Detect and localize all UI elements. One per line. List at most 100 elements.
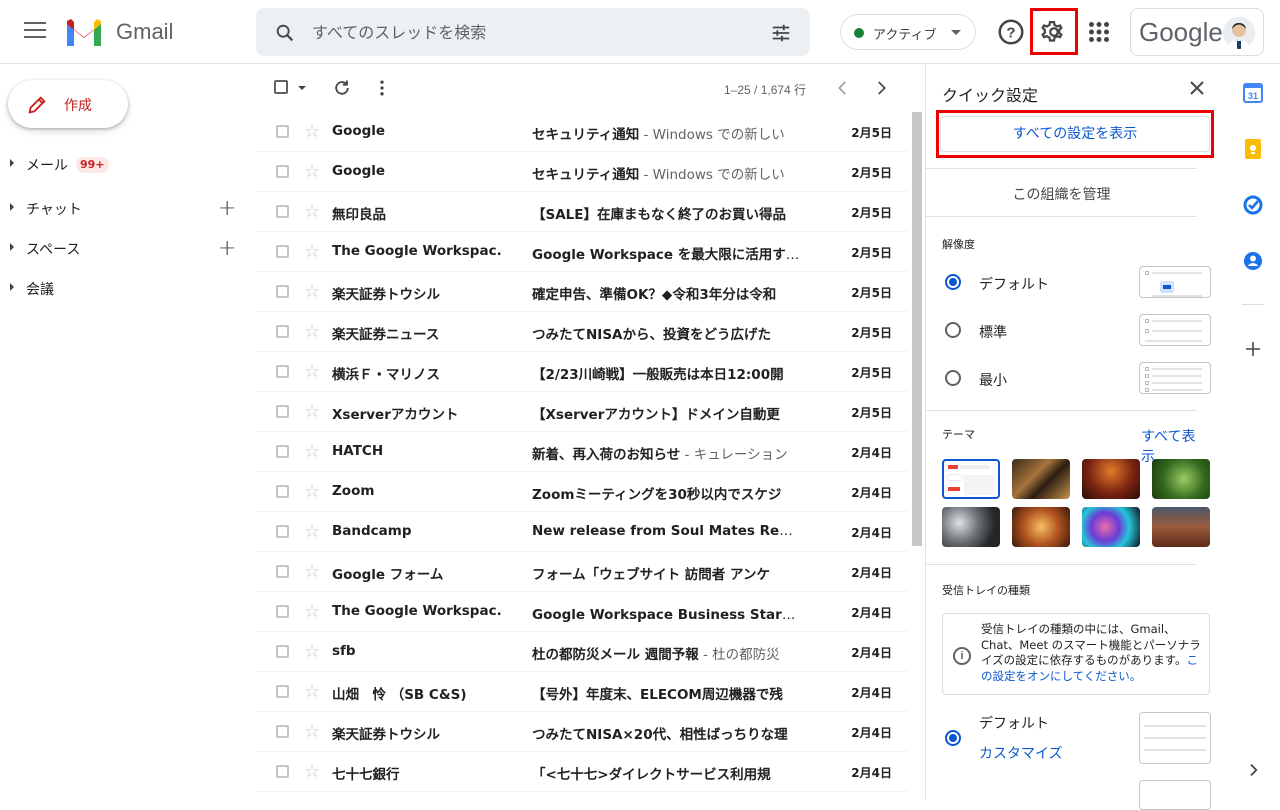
select-dropdown-icon[interactable] <box>298 86 306 90</box>
row-checkbox[interactable] <box>276 325 289 338</box>
email-row[interactable]: ☆ 楽天証券トウシル 確定申告、準備OK？◆令和3年分は令和 2月5日 <box>256 272 908 312</box>
email-row[interactable]: ☆ 楽天証券ニュース つみたてNISAから、投資をどう広げた 2月5日 <box>256 312 908 352</box>
view-all-settings-button[interactable]: すべての設定を表示 <box>940 116 1210 152</box>
star-icon[interactable]: ☆ <box>304 282 320 300</box>
row-checkbox[interactable] <box>276 645 289 658</box>
density-compact-radio[interactable] <box>945 370 961 386</box>
expand-arrow-icon[interactable] <box>10 243 14 251</box>
expand-arrow-icon[interactable] <box>10 159 14 167</box>
email-row[interactable]: ☆ Google フォーム フォーム「ウェブサイト 訪問者 アンケ 2月4日 <box>256 552 908 592</box>
next-page-icon[interactable] <box>872 79 890 97</box>
email-row[interactable]: ☆ Zoom Zoomミーティングを30秒以内でスケジ 2月4日 <box>256 472 908 512</box>
inbox-default-radio[interactable] <box>945 730 961 746</box>
star-icon[interactable]: ☆ <box>304 482 320 500</box>
gmail-logo-icon[interactable] <box>64 16 104 48</box>
email-row[interactable]: ☆ Xserverアカウント 【Xserverアカウント】ドメイン自動更 2月5日 <box>256 392 908 432</box>
star-icon[interactable]: ☆ <box>304 402 320 420</box>
email-row[interactable]: ☆ sfb 杜の都防災メール 週間予報 - 杜の都防災 2月4日 <box>256 632 908 672</box>
account-switcher[interactable]: Google <box>1130 8 1264 56</box>
star-icon[interactable]: ☆ <box>304 362 320 380</box>
tasks-icon[interactable] <box>1242 194 1264 216</box>
help-icon[interactable]: ? <box>996 17 1026 47</box>
theme-tubes-thumb[interactable] <box>942 507 1000 547</box>
add-addon-icon[interactable] <box>1242 338 1264 360</box>
theme-lights-thumb[interactable] <box>1082 507 1140 547</box>
email-row[interactable]: ☆ The Google Workspac. Google Workspace Bu… <box>256 592 908 632</box>
row-checkbox[interactable] <box>276 405 289 418</box>
row-checkbox[interactable] <box>276 485 289 498</box>
theme-autumn-thumb[interactable] <box>1012 507 1070 547</box>
row-checkbox[interactable] <box>276 525 289 538</box>
row-checkbox[interactable] <box>276 685 289 698</box>
star-icon[interactable]: ☆ <box>304 762 320 780</box>
density-default-radio[interactable] <box>945 274 961 290</box>
expand-arrow-icon[interactable] <box>10 203 14 211</box>
keep-icon[interactable] <box>1242 138 1264 160</box>
expand-arrow-icon[interactable] <box>10 283 14 291</box>
email-row[interactable]: ☆ The Google Workspac. Google Workspace を最… <box>256 232 908 272</box>
list-scrollbar[interactable] <box>912 112 922 546</box>
nav-meet[interactable]: 会議 <box>0 272 248 304</box>
row-checkbox[interactable] <box>276 445 289 458</box>
email-row[interactable]: ☆ 七十七銀行 「<七十七>ダイレクトサービス利用規 2月4日 <box>256 752 908 792</box>
star-icon[interactable]: ☆ <box>304 242 320 260</box>
email-row[interactable]: ☆ 横浜Ｆ・マリノス 【2/23川崎戦】一般販売は本日12:00開 2月5日 <box>256 352 908 392</box>
contacts-icon[interactable] <box>1242 250 1264 272</box>
row-checkbox[interactable] <box>276 605 289 618</box>
avatar[interactable] <box>1223 17 1255 49</box>
prev-page-icon[interactable] <box>834 79 852 97</box>
star-icon[interactable]: ☆ <box>304 162 320 180</box>
nav-spaces[interactable]: スペース + <box>0 232 248 264</box>
search-bar[interactable] <box>256 8 810 56</box>
star-icon[interactable]: ☆ <box>304 642 320 660</box>
star-icon[interactable]: ☆ <box>304 602 320 620</box>
settings-gear-icon[interactable] <box>1039 17 1069 47</box>
theme-canyon-thumb[interactable] <box>1082 459 1140 499</box>
calendar-icon[interactable]: 31 <box>1242 82 1264 104</box>
row-checkbox[interactable] <box>276 765 289 778</box>
star-icon[interactable]: ☆ <box>304 522 320 540</box>
row-checkbox[interactable] <box>276 205 289 218</box>
inbox-default-label[interactable]: デフォルト <box>979 713 1049 733</box>
star-icon[interactable]: ☆ <box>304 122 320 140</box>
refresh-icon[interactable] <box>332 78 352 98</box>
star-icon[interactable]: ☆ <box>304 722 320 740</box>
search-icon[interactable] <box>274 22 296 44</box>
density-comfortable-radio[interactable] <box>945 322 961 338</box>
row-checkbox[interactable] <box>276 725 289 738</box>
star-icon[interactable]: ☆ <box>304 442 320 460</box>
row-checkbox[interactable] <box>276 365 289 378</box>
expand-side-panel-icon[interactable] <box>1245 762 1261 778</box>
email-row[interactable]: ☆ 楽天証券トウシル つみたてNISA×20代、相性ばっちりな理 2月4日 <box>256 712 908 752</box>
density-compact-label[interactable]: 最小 <box>979 370 1007 390</box>
search-input[interactable] <box>312 20 752 44</box>
nav-chat[interactable]: チャット + <box>0 192 248 224</box>
manage-org-button[interactable]: この組織を管理 <box>926 184 1197 204</box>
star-icon[interactable]: ☆ <box>304 202 320 220</box>
main-menu-icon[interactable] <box>24 22 46 42</box>
theme-chess-thumb[interactable] <box>1012 459 1070 499</box>
email-row[interactable]: ☆ Google セキュリティ通知 - Windows での新しい 2月5日 <box>256 152 908 192</box>
compose-button[interactable]: 作成 <box>8 80 128 128</box>
star-icon[interactable]: ☆ <box>304 682 320 700</box>
status-dropdown[interactable]: アクティブ <box>840 14 976 50</box>
add-space-icon[interactable]: + <box>218 236 236 261</box>
density-default-label[interactable]: デフォルト <box>979 274 1049 294</box>
star-icon[interactable]: ☆ <box>304 322 320 340</box>
add-chat-icon[interactable]: + <box>218 196 236 221</box>
email-row[interactable]: ☆ Bandcamp New release from Soul Mates Rec… <box>256 512 908 552</box>
apps-grid-icon[interactable] <box>1084 17 1114 47</box>
email-row[interactable]: ☆ Google セキュリティ通知 - Windows での新しい 2月5日 <box>256 112 908 152</box>
inbox-customize-link[interactable]: カスタマイズ <box>979 743 1063 763</box>
star-icon[interactable]: ☆ <box>304 562 320 580</box>
row-checkbox[interactable] <box>276 565 289 578</box>
theme-default-thumb[interactable] <box>942 459 1000 499</box>
row-checkbox[interactable] <box>276 245 289 258</box>
search-options-icon[interactable] <box>770 22 792 44</box>
select-all-checkbox[interactable] <box>274 80 288 104</box>
row-checkbox[interactable] <box>276 285 289 298</box>
email-row[interactable]: ☆ 無印良品 【SALE】在庫まもなく終了のお買い得品 2月5日 <box>256 192 908 232</box>
email-row[interactable]: ☆ HATCH 新着、再入荷のお知らせ - キュレーション 2月4日 <box>256 432 908 472</box>
row-checkbox[interactable] <box>276 165 289 178</box>
row-checkbox[interactable] <box>276 125 289 138</box>
